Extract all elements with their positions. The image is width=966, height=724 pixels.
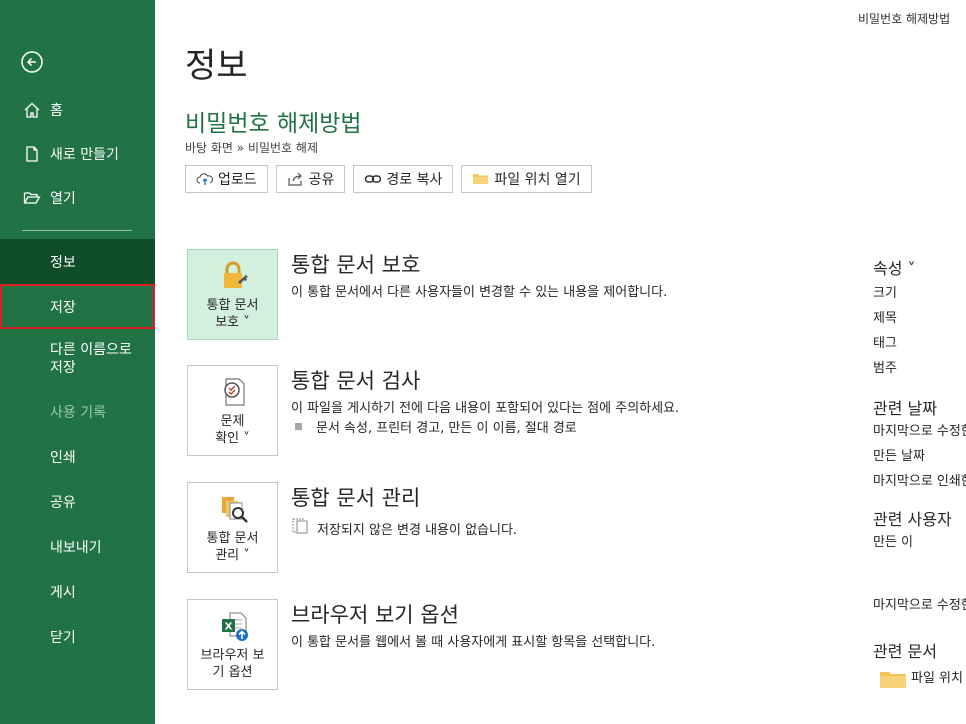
copy-path-label: 경로 복사	[386, 172, 443, 188]
manage-documents-icon	[218, 493, 250, 525]
section-detail-text: 저장되지 않은 변경 내용이 없습니다.	[317, 522, 518, 538]
folder-icon	[472, 171, 490, 187]
sidebar-item-publish[interactable]: 게시	[0, 569, 155, 614]
home-icon	[22, 100, 42, 120]
property-tags: 태그	[873, 336, 897, 351]
section-title: 통합 문서 관리	[291, 486, 421, 510]
document-title: 비밀번호 해제방법	[185, 111, 362, 137]
svg-text:X: X	[225, 622, 233, 633]
properties-header[interactable]: 속성 ˅	[873, 255, 966, 281]
back-arrow-icon[interactable]	[20, 50, 44, 74]
section-detail: 문서 속성, 프린터 경고, 만든 이 이름, 절대 경로	[291, 417, 577, 436]
section-detail: 저장되지 않은 변경 내용이 없습니다.	[291, 518, 517, 538]
section-title: 브라우저 보기 옵션	[291, 603, 459, 627]
date-created: 만든 날짜	[873, 449, 925, 464]
sidebar-item-home[interactable]: 홈	[0, 88, 155, 132]
person-last-modified-by: 마지막으로 수정한 사람	[873, 598, 966, 613]
sidebar-item-history[interactable]: 사용 기록	[0, 389, 155, 434]
property-title: 제목	[873, 311, 897, 326]
sidebar-item-label: 새로 만들기	[50, 147, 119, 163]
open-folder-icon	[22, 188, 42, 208]
inspect-document-icon	[218, 376, 250, 408]
protect-workbook-button[interactable]: 통합 문서 보호 ˅	[187, 249, 278, 340]
upload-icon	[196, 171, 214, 187]
tile-label: 확인 ˅	[215, 431, 250, 446]
sidebar-item-print[interactable]: 인쇄	[0, 434, 155, 479]
share-icon	[287, 171, 305, 187]
sidebar-item-label: 홈	[50, 103, 63, 119]
open-file-location-button[interactable]: 파일 위치 열기	[461, 165, 592, 193]
section-detail-text: 문서 속성, 프린터 경고, 만든 이 이름, 절대 경로	[316, 421, 577, 436]
open-file-location-label: 파일 위치 열기	[494, 172, 581, 188]
section-description: 이 파일을 게시하기 전에 다음 내용이 포함되어 있다는 점에 주의하세요.	[291, 401, 680, 416]
window-title: 비밀번호 해제방법	[858, 12, 951, 26]
person-author: 만든 이	[873, 535, 914, 550]
sidebar-item-open[interactable]: 열기	[0, 176, 155, 220]
open-file-location-link[interactable]: 파일 위치 열기	[873, 666, 966, 691]
tile-label: 보호 ˅	[215, 315, 250, 330]
file-actions-toolbar: 업로드 공유 경로 복사 파일 위치 열기	[185, 165, 592, 193]
property-size: 크기	[873, 286, 897, 301]
section-title: 통합 문서 보호	[291, 253, 421, 277]
tile-label: 관리 ˅	[215, 548, 250, 563]
sidebar-divider	[22, 230, 132, 231]
open-file-location-text: 파일 위치 열기	[911, 671, 966, 686]
sidebar-item-info[interactable]: 정보	[0, 239, 155, 284]
page-title: 정보	[185, 46, 248, 86]
properties-panel: 속성 ˅ 크기 제목 태그 범주 관련 날짜 마지막으로 수정한 날짜 만든 날…	[873, 255, 966, 691]
bullet-icon	[295, 423, 302, 430]
section-title: 통합 문서 검사	[291, 369, 421, 393]
sidebar-item-close[interactable]: 닫기	[0, 614, 155, 659]
section-description: 이 통합 문서에서 다른 사용자들이 변경할 수 있는 내용을 제어합니다.	[291, 285, 668, 300]
tile-label: 통합 문서	[206, 531, 259, 546]
tile-label: 브라우저 보	[200, 648, 265, 663]
browser-view-options-button[interactable]: X 브라우저 보 기 옵션	[187, 599, 278, 690]
tile-label: 기 옵션	[212, 665, 253, 680]
tile-label: 통합 문서	[206, 298, 259, 313]
section-description: 이 통합 문서를 웹에서 볼 때 사용자에게 표시할 항목을 선택합니다.	[291, 635, 656, 650]
check-for-issues-button[interactable]: 문제 확인 ˅	[187, 365, 278, 456]
sidebar-main-nav: 정보 저장 다른 이름으로 저장 사용 기록 인쇄 공유 내보내기 게시 닫기	[0, 239, 155, 659]
related-people-header: 관련 사용자	[873, 510, 952, 529]
sidebar-item-save[interactable]: 저장	[0, 284, 155, 329]
sidebar-item-save-as[interactable]: 다른 이름으로 저장	[0, 329, 155, 389]
share-button[interactable]: 공유	[275, 165, 346, 193]
link-icon	[364, 171, 382, 187]
share-label: 공유	[308, 172, 335, 188]
upload-label: 업로드	[218, 172, 257, 188]
date-last-printed: 마지막으로 인쇄한 날짜	[873, 474, 966, 489]
breadcrumb: 바탕 화면 » 비밀번호 해제	[185, 141, 319, 155]
copy-path-button[interactable]: 경로 복사	[353, 165, 454, 193]
manage-workbook-button[interactable]: 통합 문서 관리 ˅	[187, 482, 278, 573]
sidebar-top-nav: 홈 새로 만들기 열기	[0, 88, 155, 220]
related-documents-header: 관련 문서	[873, 642, 937, 661]
new-document-icon	[22, 144, 42, 164]
folder-icon	[879, 669, 907, 689]
unsaved-changes-icon	[291, 518, 311, 538]
sidebar-item-label: 다른 이름으로 저장	[50, 342, 132, 376]
backstage-sidebar: 홈 새로 만들기 열기 정보 저장 다른 이름으로 저장 사용 기록 인쇄 공유…	[0, 0, 155, 724]
upload-button[interactable]: 업로드	[185, 165, 268, 193]
sidebar-item-new[interactable]: 새로 만들기	[0, 132, 155, 176]
related-dates-header: 관련 날짜	[873, 399, 937, 418]
lock-key-icon	[218, 260, 250, 292]
sidebar-item-share[interactable]: 공유	[0, 479, 155, 524]
property-categories: 범주	[873, 361, 897, 376]
date-last-modified: 마지막으로 수정한 날짜	[873, 424, 966, 439]
sidebar-item-label: 열기	[50, 191, 76, 207]
tile-label: 문제	[220, 414, 245, 429]
sidebar-item-export[interactable]: 내보내기	[0, 524, 155, 569]
excel-browser-icon: X	[218, 610, 250, 642]
